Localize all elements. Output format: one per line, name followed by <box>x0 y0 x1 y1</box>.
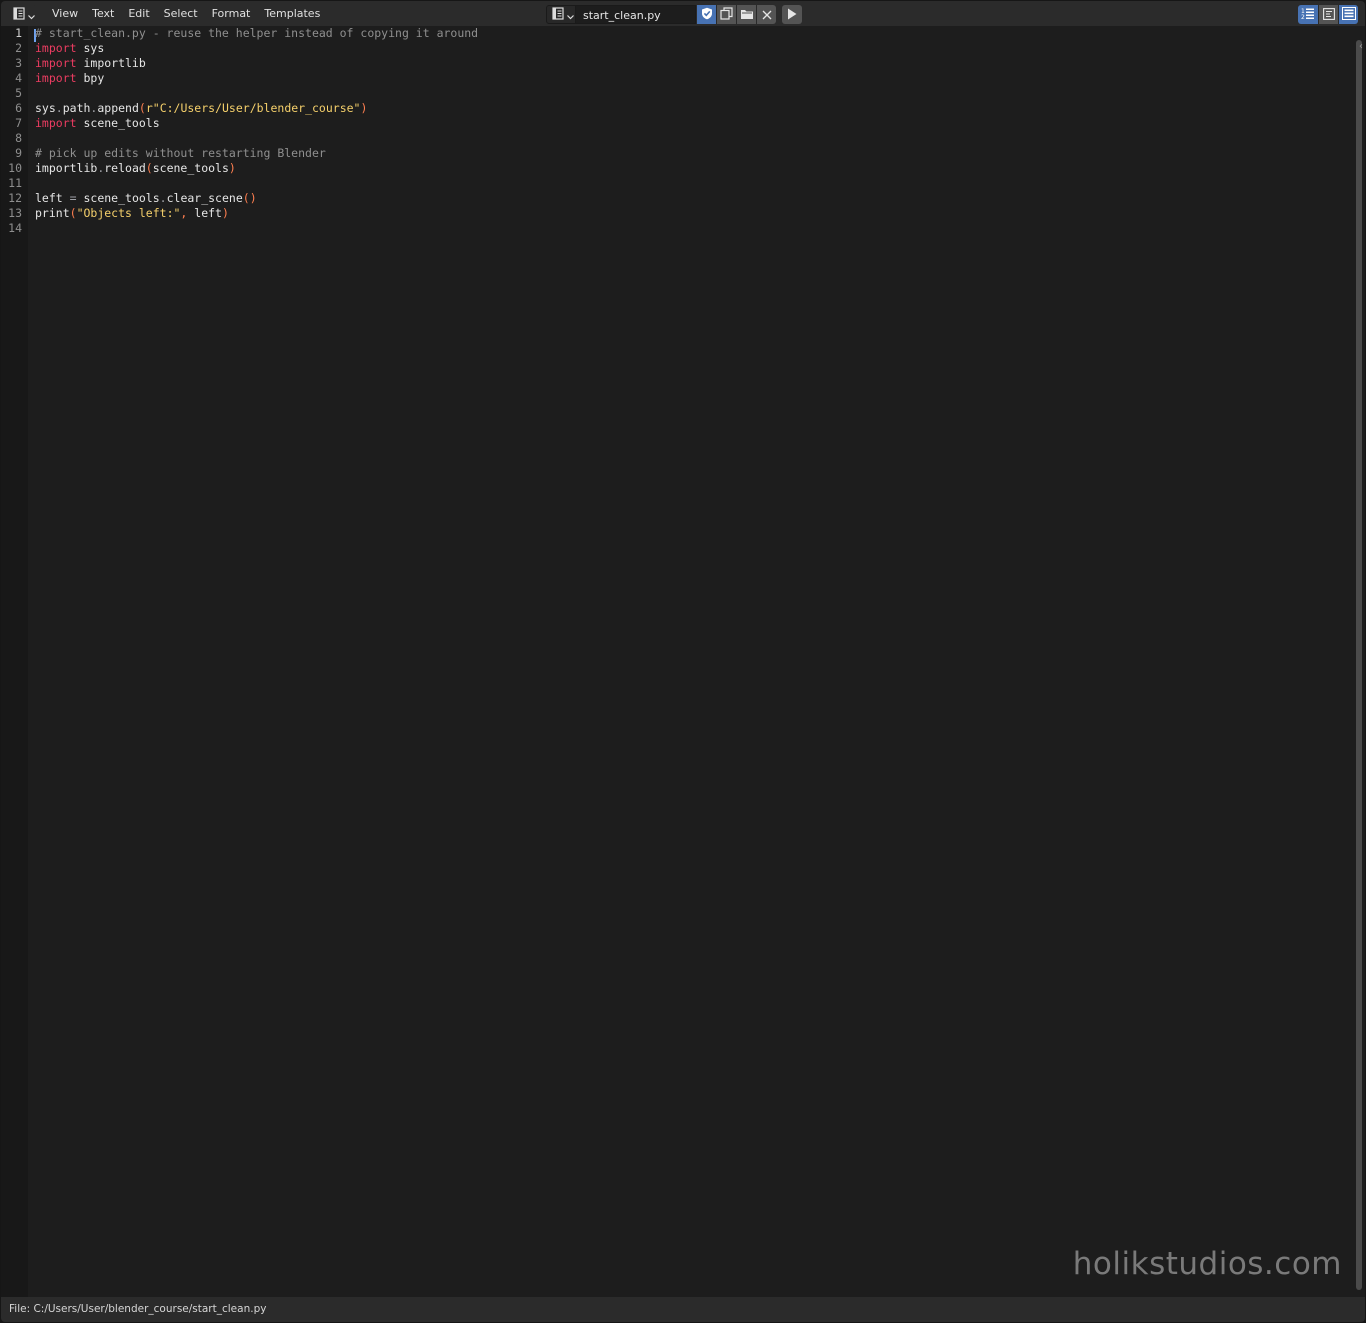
code-line[interactable]: import sys <box>35 41 104 56</box>
run-script-button[interactable] <box>782 5 802 24</box>
svg-text:2: 2 <box>1301 14 1305 20</box>
play-icon <box>787 5 797 24</box>
line-number: 10 <box>8 161 22 175</box>
menu-templates[interactable]: Templates <box>257 4 327 24</box>
line-number: 9 <box>15 146 22 160</box>
header-menu: View Text Edit Select Format Templates <box>45 1 327 26</box>
code-token: # pick up edits without restarting Blend… <box>35 146 326 160</box>
text-editor-area[interactable]: 1 2 3 4 5 6 7 8 9 10 11 12 13 14 # start_clean.py - r… <box>1 26 1365 1297</box>
editor-header: View Text Edit Select Format Templates s… <box>1 1 1365 26</box>
duplicate-icon <box>720 5 733 24</box>
line-number: 3 <box>15 56 22 70</box>
code-token: print <box>35 206 70 220</box>
menu-edit[interactable]: Edit <box>121 4 156 24</box>
line-number: 6 <box>15 101 22 115</box>
code-line[interactable]: sys.path.append(r"C:/Users/User/blender_… <box>35 101 367 116</box>
text-editor-window: View Text Edit Select Format Templates s… <box>0 0 1366 1323</box>
line-number-gutter: 1 2 3 4 5 6 7 8 9 10 11 12 13 14 <box>1 26 28 1297</box>
code-token: import <box>35 71 77 85</box>
code-line[interactable]: import importlib <box>35 56 146 71</box>
new-text-button[interactable] <box>716 5 736 24</box>
status-bar: File: C:/Users/User/blender_course/start… <box>1 1297 1365 1322</box>
code-token: reload <box>104 161 146 175</box>
code-token: ( <box>138 101 146 115</box>
code-token: scene_tools <box>76 191 160 205</box>
vertical-scrollbar[interactable] <box>1356 40 1362 1290</box>
code-token: ) <box>221 206 229 220</box>
close-icon <box>762 5 772 24</box>
text-datablock-icon <box>552 5 564 24</box>
browse-text-button[interactable] <box>546 5 576 24</box>
code-token: importlib <box>35 161 98 175</box>
code-token: append <box>97 101 139 115</box>
code-token: import <box>35 56 77 70</box>
line-number: 1 <box>15 26 22 40</box>
code-token: "Objects left:" <box>76 206 181 220</box>
file-path-status: File: C:/Users/User/blender_course/start… <box>9 1303 267 1315</box>
text-datablock-selector: start_clean.py <box>546 5 776 24</box>
code-line[interactable]: print("Objects left:", left) <box>35 206 229 221</box>
syntax-highlight-toggle[interactable] <box>1338 5 1358 24</box>
fake-user-button[interactable] <box>696 5 716 24</box>
menu-select[interactable]: Select <box>157 4 205 24</box>
chevron-down-icon <box>28 5 35 24</box>
code-token: import <box>35 116 77 130</box>
shield-icon <box>701 5 713 24</box>
syntax-highlight-icon <box>1341 5 1356 24</box>
code-line[interactable]: left = scene_tools.clear_scene() <box>35 191 257 206</box>
folder-icon <box>740 5 754 24</box>
menu-text[interactable]: Text <box>85 4 121 24</box>
line-number: 11 <box>8 176 22 190</box>
line-number: 5 <box>15 86 22 100</box>
code-token: clear_scene <box>166 191 243 205</box>
word-wrap-toggle[interactable] <box>1318 5 1338 24</box>
code-token: import <box>35 41 77 55</box>
watermark: holikstudios.com <box>1072 1246 1342 1282</box>
line-number: 13 <box>8 206 22 220</box>
line-number: 14 <box>8 221 22 235</box>
code-line[interactable]: import bpy <box>35 71 104 86</box>
code-line[interactable]: import scene_tools <box>35 116 160 131</box>
code-token: . <box>55 101 63 115</box>
code-line[interactable]: # pick up edits without restarting Blend… <box>35 146 326 161</box>
open-text-button[interactable] <box>736 5 756 24</box>
code-token: ) <box>360 101 368 115</box>
code-token: scene_tools <box>76 116 160 130</box>
text-name-field[interactable]: start_clean.py <box>576 5 696 24</box>
text-editor-icon <box>13 5 25 24</box>
line-numbers-toggle[interactable]: 1 2 <box>1298 5 1318 24</box>
line-number: 2 <box>15 41 22 55</box>
code-token: . <box>159 191 167 205</box>
code-token: ) <box>228 161 236 175</box>
line-number: 8 <box>15 131 22 145</box>
code-token: sys <box>35 101 56 115</box>
word-wrap-icon <box>1322 5 1335 24</box>
code-token: r"C:/Users/User/blender_course" <box>145 101 361 115</box>
code-token: ( <box>69 206 77 220</box>
code-token: bpy <box>76 71 105 85</box>
line-number: 7 <box>15 116 22 130</box>
code-line[interactable]: # start_clean.py - reuse the helper inst… <box>35 26 478 41</box>
code-token: ( <box>145 161 153 175</box>
menu-view[interactable]: View <box>45 4 85 24</box>
code-token: importlib <box>76 56 146 70</box>
code-token: () <box>242 191 257 205</box>
code-token: = <box>69 191 77 205</box>
line-number: 4 <box>15 71 22 85</box>
code-token: left <box>35 191 70 205</box>
code-line[interactable]: importlib.reload(scene_tools) <box>35 161 236 176</box>
editor-type-selector[interactable] <box>9 5 37 23</box>
sidebar-toggle-arrow-icon[interactable]: ‹ <box>1359 41 1363 52</box>
line-number: 12 <box>8 191 22 205</box>
line-numbers-icon: 1 2 <box>1301 5 1315 24</box>
code-token: # start_clean.py - reuse the helper inst… <box>35 26 479 40</box>
code-token: left <box>187 206 222 220</box>
code-token: path <box>62 101 91 115</box>
code-token: scene_tools <box>152 161 229 175</box>
code-token: sys <box>76 41 105 55</box>
menu-format[interactable]: Format <box>205 4 258 24</box>
unlink-text-button[interactable] <box>756 5 776 24</box>
chevron-down-icon <box>567 5 574 24</box>
view-toggles: 1 2 <box>1298 5 1358 24</box>
